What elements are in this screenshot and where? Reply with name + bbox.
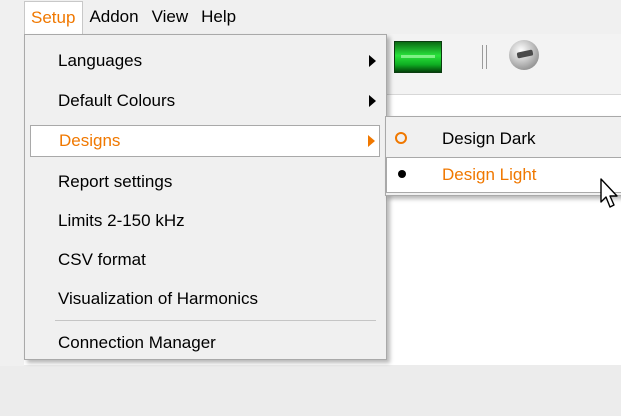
- menu-item-label: Designs: [59, 131, 121, 150]
- submenu-item-design-light[interactable]: Design Light: [386, 157, 621, 193]
- menu-item-limits[interactable]: Limits 2-150 kHz: [25, 201, 386, 240]
- submenu-arrow-icon: [369, 55, 376, 67]
- mouse-pointer-icon: [600, 178, 618, 208]
- submenu-arrow-icon: [368, 135, 375, 147]
- menu-bar: Setup Addon View Help: [24, 0, 621, 35]
- menu-item-label: Report settings: [58, 172, 173, 191]
- submenu-arrow-icon: [369, 94, 376, 107]
- menu-item-default-colours[interactable]: Default Colours: [25, 81, 386, 120]
- menu-item-report-settings[interactable]: Report settings: [25, 162, 386, 201]
- separator-icon: [481, 45, 489, 69]
- menu-view[interactable]: View: [146, 0, 196, 34]
- menu-setup[interactable]: Setup: [24, 0, 84, 35]
- submenu-item-design-dark[interactable]: Design Dark: [386, 121, 621, 157]
- radio-unchecked-icon: [395, 132, 407, 144]
- submenu-item-label: Design Light: [442, 165, 537, 184]
- green-display-icon[interactable]: [394, 41, 442, 73]
- setup-menu: Languages Default Colours Designs Report…: [24, 34, 387, 360]
- designs-submenu: Design Dark Design Light: [385, 116, 621, 196]
- menu-item-visualization-of-harmonics[interactable]: Visualization of Harmonics: [25, 279, 386, 318]
- menu-addon[interactable]: Addon: [83, 0, 145, 34]
- radio-checked-icon: [396, 168, 408, 180]
- menu-item-languages[interactable]: Languages: [25, 41, 386, 81]
- window-left-edge: [0, 0, 24, 416]
- menu-separator: [55, 320, 376, 321]
- menu-item-csv-format[interactable]: CSV format: [25, 240, 386, 279]
- menu-item-connection-manager[interactable]: Connection Manager: [25, 323, 386, 362]
- menu-item-label: Visualization of Harmonics: [58, 289, 258, 308]
- globe-icon[interactable]: [509, 40, 539, 70]
- menu-item-label: Connection Manager: [58, 333, 216, 352]
- submenu-item-label: Design Dark: [442, 129, 536, 148]
- menu-item-label: Languages: [58, 51, 143, 70]
- menu-help[interactable]: Help: [195, 0, 243, 34]
- menu-item-label: Default Colours: [58, 91, 176, 110]
- menu-item-designs[interactable]: Designs: [30, 125, 380, 157]
- menu-item-label: CSV format: [58, 250, 146, 269]
- status-area: [0, 366, 621, 416]
- menu-item-label: Limits 2-150 kHz: [58, 211, 185, 230]
